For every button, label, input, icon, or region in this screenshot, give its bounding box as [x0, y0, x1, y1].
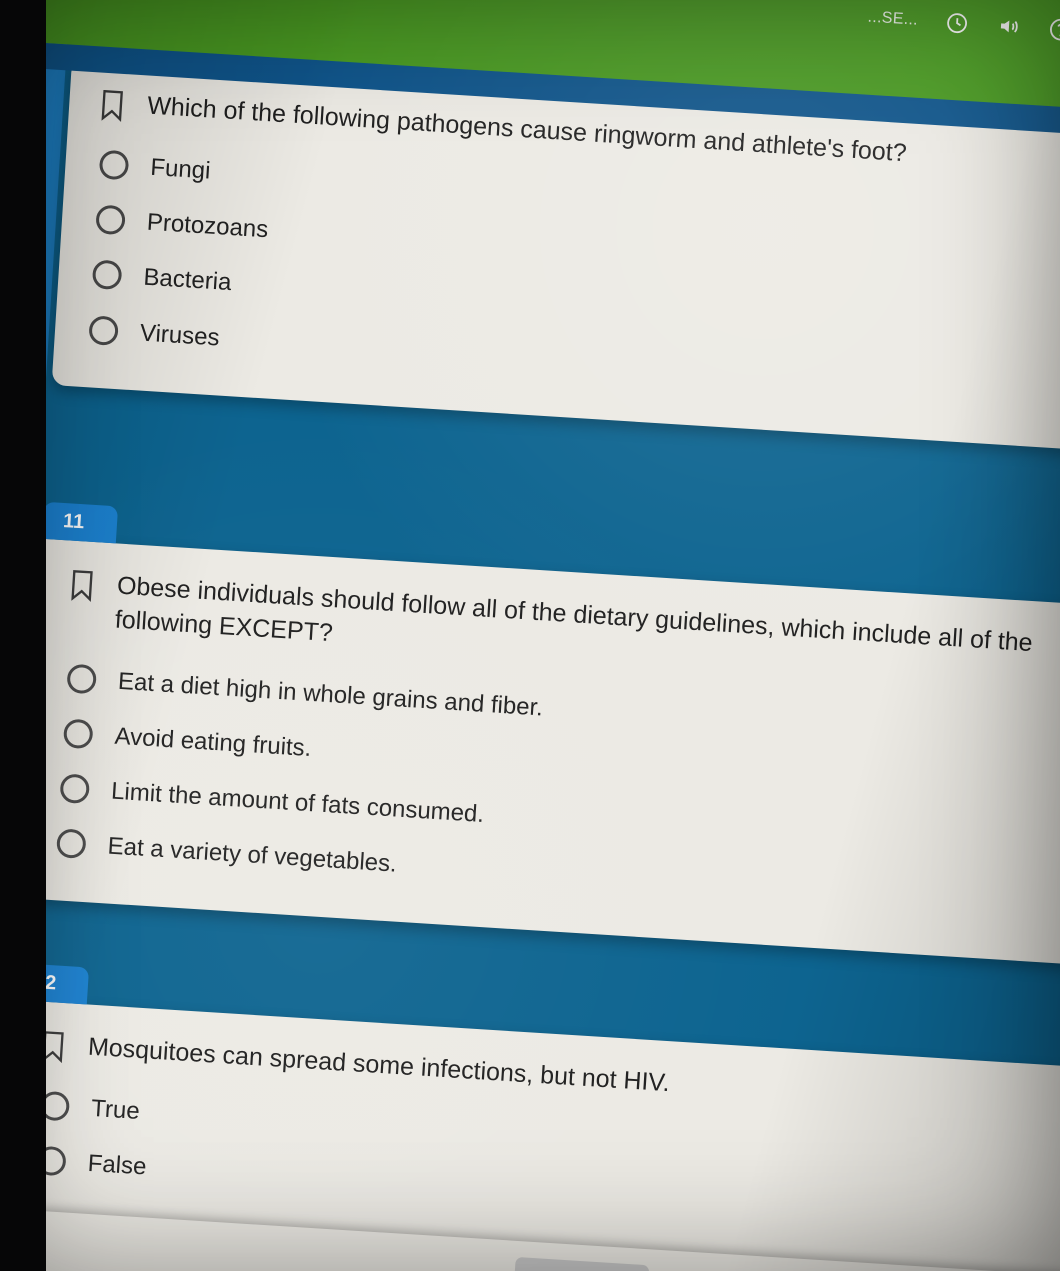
history-icon[interactable]	[943, 10, 971, 38]
question-block-11: 11 Obese individuals should follow all o…	[19, 501, 1060, 967]
radio-button[interactable]	[55, 828, 87, 860]
option-label: Fungi	[149, 153, 212, 185]
radio-button[interactable]	[62, 718, 94, 750]
radio-button[interactable]	[66, 663, 98, 694]
option-label: Viruses	[139, 319, 221, 352]
device-bezel-left	[0, 0, 46, 1271]
bookmark-icon[interactable]	[98, 88, 126, 122]
bookmark-icon[interactable]	[68, 569, 96, 603]
radio-button[interactable]	[95, 204, 126, 236]
radio-button[interactable]	[91, 259, 123, 291]
screen-photo: ...SE... Which of the following pathogen…	[0, 0, 1060, 1271]
option-label: Protozoans	[146, 208, 270, 244]
help-icon[interactable]	[1047, 16, 1060, 44]
option-label: Avoid eating fruits.	[113, 722, 313, 762]
option-label: True	[90, 1094, 141, 1125]
radio-button[interactable]	[88, 314, 120, 346]
header-title-truncated: ...SE...	[867, 8, 919, 29]
radio-button[interactable]	[59, 773, 91, 805]
quiz-page: ...SE... Which of the following pathogen…	[0, 0, 1060, 1271]
volume-icon[interactable]	[995, 13, 1023, 41]
option-label: Eat a variety of vegetables.	[106, 832, 398, 878]
option-label: Bacteria	[142, 263, 233, 297]
radio-button[interactable]	[98, 149, 130, 181]
option-label: False	[86, 1150, 148, 1181]
question-card-11: Obese individuals should follow all of t…	[19, 538, 1060, 967]
previous-button[interactable]: Previous	[512, 1256, 650, 1271]
question-number-badge: 11	[41, 501, 119, 544]
